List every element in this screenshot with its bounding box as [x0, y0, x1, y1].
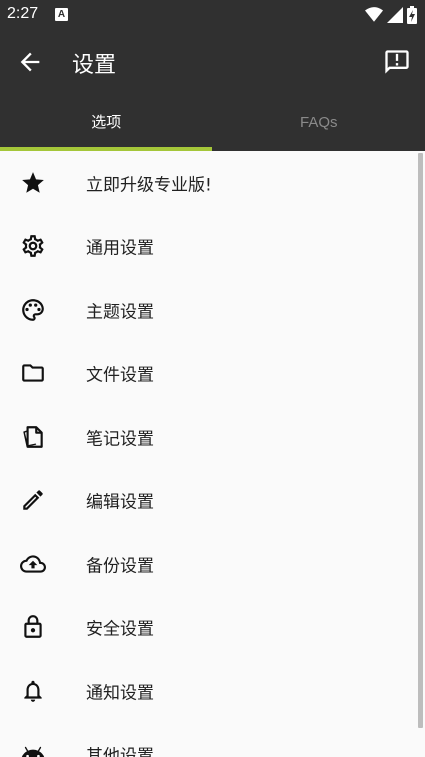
tab-faqs-label: FAQs	[299, 114, 338, 131]
cloud-upload-icon	[20, 551, 46, 577]
palette-icon	[20, 297, 46, 323]
settings-item-label: 笔记设置	[86, 429, 154, 450]
tab-options-label: 选项	[91, 114, 122, 131]
tab-options[interactable]: 选项	[0, 94, 213, 151]
settings-item-backup[interactable]: 备份设置	[0, 532, 425, 596]
status-bar: 2:27 A	[0, 0, 425, 30]
settings-item-upgrade[interactable]: 立即升级专业版!	[0, 151, 425, 215]
status-time: 2:27	[7, 5, 39, 22]
star-icon	[20, 170, 46, 196]
settings-item-label: 主题设置	[86, 302, 154, 323]
wifi-icon	[365, 7, 383, 23]
settings-item-label: 文件设置	[86, 365, 154, 386]
page-title: 设置	[72, 53, 117, 78]
settings-item-security[interactable]: 安全设置	[0, 596, 425, 660]
settings-item-label: 编辑设置	[86, 492, 154, 513]
settings-list: 立即升级专业版! 通用设置 主题设置 文件设置 笔记设置 编辑设置 备份设置 安…	[0, 151, 425, 757]
settings-item-label: 其他设置	[86, 746, 154, 757]
settings-item-file[interactable]: 文件设置	[0, 342, 425, 406]
app-bar: 设置	[0, 30, 425, 94]
scrollbar[interactable]	[418, 153, 423, 728]
lock-icon	[20, 614, 46, 640]
tab-bar: 选项 FAQs	[0, 94, 425, 151]
settings-item-theme[interactable]: 主题设置	[0, 278, 425, 342]
tab-faqs[interactable]: FAQs	[213, 94, 425, 151]
battery-icon	[407, 6, 417, 24]
gear-icon	[20, 233, 46, 259]
bell-icon	[20, 678, 46, 704]
pencil-icon	[20, 487, 46, 513]
settings-item-label: 安全设置	[86, 619, 154, 640]
notification-icon: A	[55, 8, 68, 21]
settings-item-notification[interactable]: 通知设置	[0, 659, 425, 723]
android-icon	[20, 741, 46, 757]
settings-item-label: 通用设置	[86, 238, 154, 259]
settings-item-label: 备份设置	[86, 556, 154, 577]
settings-item-label: 立即升级专业版!	[86, 175, 212, 196]
signal-icon	[387, 7, 403, 23]
settings-item-label: 通知设置	[86, 683, 154, 704]
settings-item-other[interactable]: 其他设置	[0, 723, 425, 757]
settings-item-notes[interactable]: 笔记设置	[0, 405, 425, 469]
settings-item-general[interactable]: 通用设置	[0, 215, 425, 279]
settings-item-edit[interactable]: 编辑设置	[0, 469, 425, 533]
feedback-icon[interactable]	[383, 48, 411, 76]
arrow-back-icon[interactable]	[16, 48, 44, 76]
notes-icon	[20, 424, 46, 450]
folder-icon	[20, 360, 46, 386]
